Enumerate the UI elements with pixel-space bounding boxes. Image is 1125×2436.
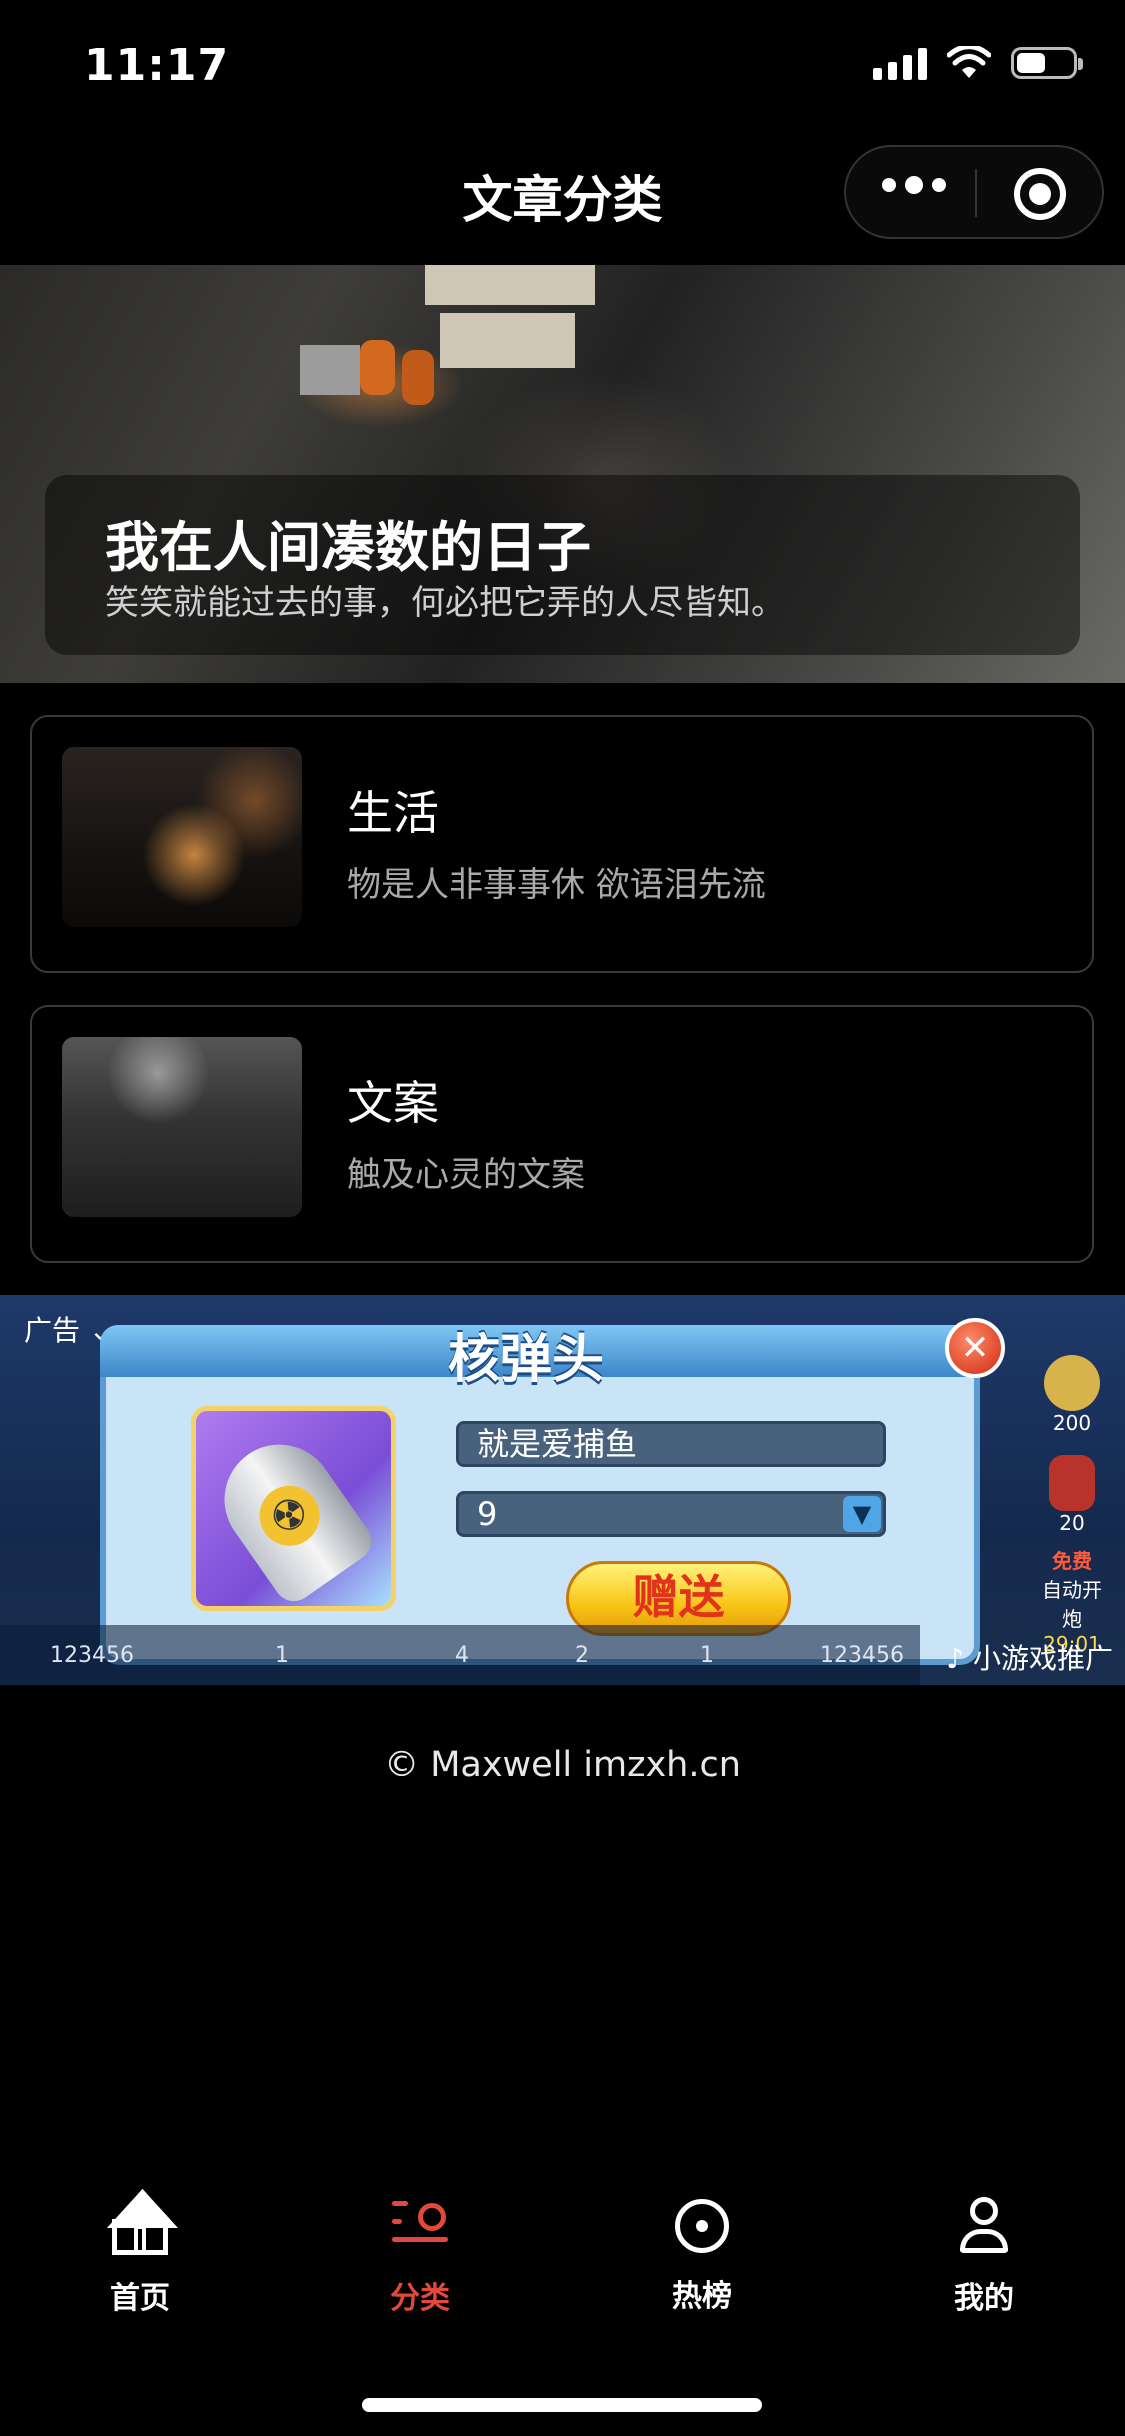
tab-label: 分类: [390, 2281, 450, 2316]
category-description: 物是人非事事休 欲语泪先流: [347, 865, 766, 905]
tab-hot[interactable]: 热榜: [602, 2195, 802, 2315]
copyright: © Maxwell imzxh.cn: [384, 1745, 741, 1785]
ad-dialog: 核弹头 就是爱捕鱼 9 ▼ 赠送: [100, 1325, 980, 1665]
category-title: 生活: [347, 786, 439, 840]
banner-subtitle: 笑笑就能过去的事，何必把它弄的人尽皆知。: [105, 583, 785, 623]
wifi-icon: [947, 46, 991, 78]
ad-side-item: 20: [1037, 1455, 1107, 1535]
status-icons: [873, 46, 1083, 80]
status-bar: 11:17: [0, 0, 1125, 135]
mini-program-capsule: [844, 145, 1104, 239]
ad-player-name: 就是爱捕鱼: [456, 1421, 886, 1467]
banner[interactable]: 我在人间凑数的日子 笑笑就能过去的事，何必把它弄的人尽皆知。: [0, 265, 1125, 683]
tab-home[interactable]: 首页: [40, 2195, 240, 2317]
tab-category[interactable]: 分类: [320, 2195, 520, 2317]
music-note-icon: ♪: [946, 1642, 965, 1675]
ad-promo-label: ♪ 小游戏推广: [946, 1642, 1113, 1675]
ad-quantity-select: 9 ▼: [456, 1491, 886, 1537]
close-icon[interactable]: ✕: [945, 1318, 1005, 1378]
battery-icon: [1011, 47, 1083, 79]
tab-me[interactable]: 我的: [884, 2195, 1084, 2317]
category-search-icon: [390, 2195, 450, 2255]
tab-bar: 首页 分类 热榜 我的: [0, 2195, 1125, 2355]
category-thumbnail: [62, 1037, 302, 1217]
capsule-divider: [975, 169, 977, 217]
dropdown-arrow-icon: ▼: [843, 1496, 881, 1532]
banner-title: 我在人间凑数的日子: [105, 516, 591, 579]
home-icon: [112, 2219, 168, 2255]
category-title: 文案: [347, 1076, 439, 1130]
ad-banner[interactable]: 广告 ⌄ 核弹头 就是爱捕鱼 9 ▼ 赠送 ✕ 200 20 免费 自动开炮 2…: [0, 1295, 1125, 1685]
status-time: 11:17: [84, 40, 230, 91]
street-sign: [440, 313, 575, 368]
target-icon: [675, 2199, 729, 2253]
category-description: 触及心灵的文案: [347, 1155, 585, 1195]
tab-label: 首页: [110, 2281, 170, 2316]
nuke-item-image: [191, 1406, 396, 1611]
category-card-copywriting[interactable]: 文案 触及心灵的文案: [30, 1005, 1094, 1263]
street-sign: [425, 265, 595, 305]
more-icon[interactable]: [882, 176, 946, 194]
category-thumbnail: [62, 747, 302, 927]
tab-label: 我的: [954, 2281, 1014, 2316]
lantern: [402, 350, 434, 405]
close-miniprogram-icon[interactable]: [1014, 168, 1066, 220]
home-indicator[interactable]: [362, 2398, 762, 2412]
street-sign: [300, 345, 360, 395]
ad-game-bar: 123456 1 4 2 1 123456: [0, 1625, 920, 1685]
ad-title: 核弹头: [447, 1330, 604, 1390]
user-icon: [954, 2195, 1014, 2255]
lantern: [360, 340, 395, 395]
tab-label: 热榜: [672, 2279, 732, 2314]
signal-icon: [873, 46, 927, 80]
ad-side-item: 200: [1037, 1355, 1107, 1435]
category-card-life[interactable]: 生活 物是人非事事休 欲语泪先流: [30, 715, 1094, 973]
